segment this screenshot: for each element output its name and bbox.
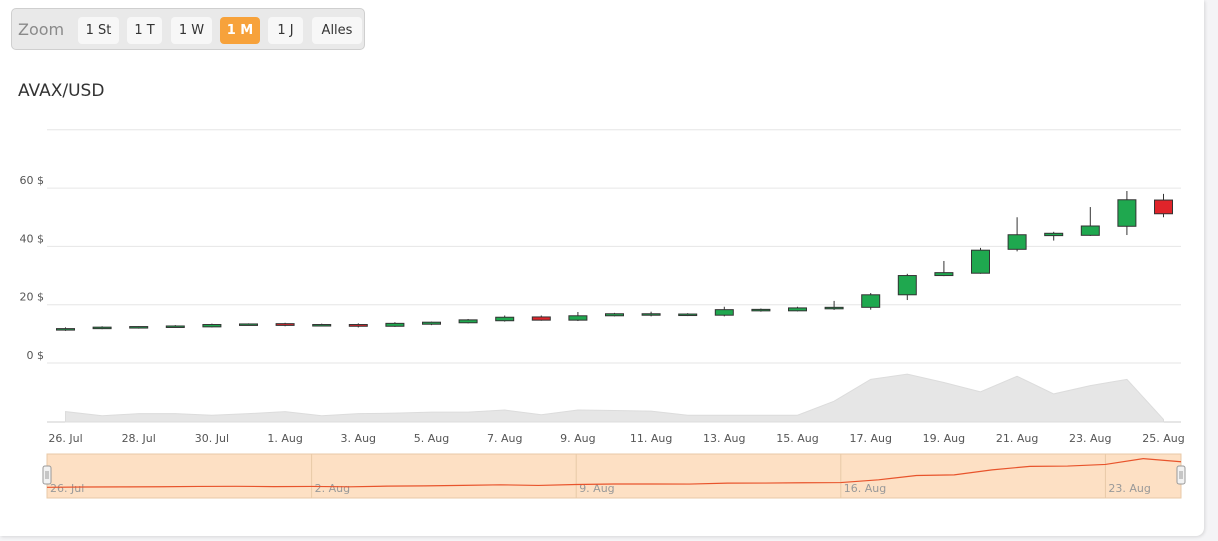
candle	[422, 321, 441, 326]
candle-body-down	[531, 316, 551, 321]
y-tick-label: 60 $	[20, 174, 45, 187]
x-tick-label: 28. Jul	[122, 432, 156, 445]
candle-body-up	[861, 294, 881, 308]
candle	[824, 300, 844, 310]
candle-body-up	[641, 313, 661, 316]
candle	[641, 311, 661, 317]
y-tick-label: 40 $	[20, 232, 45, 245]
candle-body-up	[568, 315, 588, 321]
candle	[971, 247, 990, 274]
grid-lines	[47, 129, 1181, 423]
volume-area-path	[65, 373, 1164, 423]
candle	[934, 260, 954, 277]
x-tick-label: 17. Aug	[849, 432, 891, 445]
x-tick-label: 15. Aug	[776, 432, 818, 445]
candle-body-up	[751, 308, 771, 312]
candle-body-up	[385, 322, 405, 327]
candle-body-up	[495, 316, 515, 322]
candle-body-up	[312, 324, 332, 327]
candle	[495, 315, 515, 322]
navigator: 26. Jul 2. Aug 9. Aug 16. Aug 23. Aug	[42, 453, 1186, 499]
candle	[788, 306, 807, 312]
candle-body-up	[1080, 225, 1100, 236]
candle	[92, 326, 112, 330]
candle	[605, 312, 624, 317]
navigator-handle-right[interactable]	[1176, 465, 1186, 485]
x-tick-label: 25. Aug	[1142, 432, 1184, 445]
x-tick-label: 21. Aug	[996, 432, 1038, 445]
candle	[1044, 231, 1064, 241]
candle-body-up	[971, 249, 990, 274]
candle	[239, 323, 258, 326]
candle-body-up	[202, 324, 222, 328]
x-tick-label: 5. Aug	[414, 432, 449, 445]
x-tick-label: 7. Aug	[487, 432, 522, 445]
candle	[129, 326, 149, 329]
candle	[531, 315, 551, 321]
candle	[1080, 207, 1100, 236]
candle-body-up	[788, 307, 807, 312]
candle-body-up	[92, 326, 112, 330]
candle-body-up	[458, 319, 478, 324]
x-tick-label: 23. Aug	[1069, 432, 1111, 445]
candle-body-up	[1007, 234, 1027, 250]
candle-body-up	[165, 325, 185, 328]
navigator-date-label: 2. Aug	[315, 482, 350, 495]
x-tick-label: 26. Jul	[48, 432, 82, 445]
candlestick-chart: 0 $ 20 $ 40 $ 60 $ 26. Jul 28. Jul 30. Jul 1. …	[20, 129, 1186, 499]
candle	[202, 323, 222, 328]
navigator-date-label: 26. Jul	[50, 482, 84, 495]
candle	[861, 293, 881, 310]
candle-body-up	[934, 272, 954, 277]
candle	[1007, 217, 1027, 252]
candle	[678, 313, 698, 317]
candle	[1154, 193, 1173, 218]
y-tick-label: 0 $	[27, 349, 45, 362]
candle	[1117, 191, 1137, 236]
candle-body-up	[129, 326, 149, 329]
candle-body-up	[1044, 232, 1064, 237]
candle	[56, 327, 75, 331]
candle	[165, 325, 185, 328]
candles	[56, 191, 1173, 331]
candle	[312, 323, 332, 327]
volume-area	[65, 373, 1164, 423]
candle-body-up	[56, 328, 75, 331]
chart-card: Zoom 1 St 1 T 1 W 1 M 1 J Alles AVAX/USD…	[0, 0, 1204, 536]
navigator-handle-left[interactable]	[42, 465, 52, 485]
candle	[385, 322, 405, 327]
x-axis-labels: 26. Jul 28. Jul 30. Jul 1. Aug 3. Aug 5. Aug 7…	[48, 432, 1184, 445]
x-tick-label: 1. Aug	[267, 432, 302, 445]
x-tick-label: 3. Aug	[341, 432, 376, 445]
candle	[568, 311, 588, 322]
candle	[714, 306, 734, 317]
candle	[275, 322, 295, 327]
x-tick-label: 30. Jul	[195, 432, 229, 445]
candle-body-up	[1117, 199, 1137, 227]
x-tick-label: 19. Aug	[923, 432, 965, 445]
candle-body-up	[422, 321, 441, 325]
candle-body-down	[1154, 199, 1173, 215]
candle-body-up	[897, 275, 917, 296]
candle-body-up	[605, 313, 624, 317]
candle-body-up	[239, 323, 258, 326]
y-tick-label: 20 $	[20, 291, 45, 304]
candle-body-up	[714, 309, 734, 316]
candle-body-up	[824, 306, 844, 310]
navigator-date-label: 16. Aug	[844, 482, 886, 495]
navigator-date-label: 23. Aug	[1108, 482, 1150, 495]
x-tick-label: 11. Aug	[630, 432, 672, 445]
x-tick-label: 13. Aug	[703, 432, 745, 445]
candle-body-up	[678, 313, 698, 317]
x-tick-label: 9. Aug	[560, 432, 595, 445]
candle	[458, 318, 478, 324]
candle	[751, 308, 771, 312]
candle	[897, 273, 917, 301]
y-axis-labels: 0 $ 20 $ 40 $ 60 $	[20, 174, 45, 362]
candle-body-down	[275, 323, 295, 326]
candle-body-down	[348, 324, 368, 327]
candle	[348, 323, 368, 328]
